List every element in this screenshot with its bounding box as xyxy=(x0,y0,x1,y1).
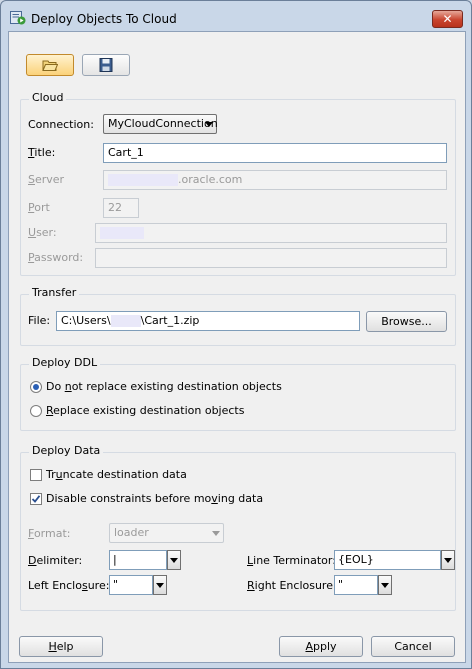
deploy-data-group: Deploy Data Truncate destination data Di… xyxy=(20,444,456,611)
deploy-ddl-legend: Deploy DDL xyxy=(29,356,101,369)
deploy-dialog: Deploy Objects To Cloud ✕ Cloud Connecti… xyxy=(0,0,472,669)
port-label: Port xyxy=(28,201,50,214)
format-label: Format: xyxy=(28,527,71,540)
file-label: File: xyxy=(28,314,51,327)
file-path-prefix: C:\Users\ xyxy=(61,314,111,327)
dialog-body: Cloud Connection: MyCloudConnection Titl… xyxy=(8,31,466,663)
save-button[interactable] xyxy=(82,54,130,76)
format-dropdown[interactable]: loader xyxy=(109,523,224,543)
deploy-ddl-group: Deploy DDL Do not replace existing desti… xyxy=(20,356,456,431)
chevron-down-icon xyxy=(381,583,389,588)
delimiter-dropdown-button[interactable] xyxy=(167,550,181,570)
transfer-group: Transfer File: C:\Users\ \Cart_1.zip Brow… xyxy=(20,286,456,346)
right-enclosure-combo[interactable]: " xyxy=(334,575,392,595)
floppy-disk-icon xyxy=(99,58,113,72)
checkmark-icon xyxy=(31,495,41,503)
format-value: loader xyxy=(114,526,149,539)
open-button[interactable] xyxy=(26,54,74,76)
disable-constraints-checkbox[interactable] xyxy=(30,493,42,505)
port-input[interactable]: 22 xyxy=(103,198,139,218)
deploy-app-icon xyxy=(10,11,26,25)
delimiter-input[interactable]: | xyxy=(109,550,167,570)
right-enclosure-input[interactable]: " xyxy=(334,575,378,595)
connection-dropdown[interactable]: MyCloudConnection xyxy=(103,114,218,134)
close-button[interactable]: ✕ xyxy=(432,10,463,28)
user-input[interactable] xyxy=(95,223,447,243)
right-enclosure-label: Right Enclosure: xyxy=(247,579,337,592)
chevron-down-icon xyxy=(156,583,164,588)
left-enclosure-dropdown-button[interactable] xyxy=(153,575,167,595)
title-label: Title: xyxy=(28,146,56,159)
truncate-checkbox[interactable] xyxy=(30,469,42,481)
folder-open-icon xyxy=(42,60,58,71)
chevron-down-icon xyxy=(170,558,178,563)
right-enclosure-dropdown-button[interactable] xyxy=(378,575,392,595)
line-terminator-label: Line Terminator: xyxy=(247,554,336,567)
connection-value: MyCloudConnection xyxy=(108,117,218,130)
left-enclosure-label: Left Enclosure: xyxy=(28,579,110,592)
do-not-replace-radio[interactable] xyxy=(30,381,42,393)
transfer-legend: Transfer xyxy=(29,286,80,299)
left-enclosure-input[interactable]: " xyxy=(109,575,153,595)
redacted-host xyxy=(108,174,178,186)
line-terminator-dropdown-button[interactable] xyxy=(441,550,455,570)
cancel-button[interactable]: Cancel xyxy=(371,636,455,657)
chevron-down-icon xyxy=(444,558,452,563)
help-button[interactable]: Help xyxy=(19,636,103,657)
chevron-down-icon xyxy=(212,531,220,536)
disable-constraints-label[interactable]: Disable constraints before moving data xyxy=(46,492,263,505)
chevron-down-icon xyxy=(205,122,213,127)
browse-button[interactable]: Browse... xyxy=(366,311,447,332)
apply-button[interactable]: Apply xyxy=(279,636,363,657)
replace-radio[interactable] xyxy=(30,405,42,417)
line-terminator-combo[interactable]: {EOL} xyxy=(334,550,455,570)
file-input[interactable]: C:\Users\ \Cart_1.zip xyxy=(56,311,360,331)
truncate-label[interactable]: Truncate destination data xyxy=(46,468,187,481)
delimiter-label: Delimiter: xyxy=(28,554,83,567)
radio-selected-dot xyxy=(33,384,39,390)
server-domain: .oracle.com xyxy=(178,173,243,186)
connection-label: Connection: xyxy=(28,118,94,131)
file-path-suffix: \Cart_1.zip xyxy=(140,314,200,327)
server-label: Server xyxy=(28,173,65,186)
replace-label[interactable]: Replace existing destination objects xyxy=(46,404,244,417)
redacted-username xyxy=(110,315,141,327)
line-terminator-input[interactable]: {EOL} xyxy=(334,550,441,570)
do-not-replace-label[interactable]: Do not replace existing destination obje… xyxy=(46,380,282,393)
title-bar[interactable]: Deploy Objects To Cloud ✕ xyxy=(1,1,471,33)
deploy-data-legend: Deploy Data xyxy=(29,444,104,457)
window-title: Deploy Objects To Cloud xyxy=(31,12,177,26)
cloud-legend: Cloud xyxy=(29,91,67,104)
title-input[interactable]: Cart_1 xyxy=(103,143,447,163)
password-input[interactable] xyxy=(95,248,447,268)
left-enclosure-combo[interactable]: " xyxy=(109,575,167,595)
delimiter-combo[interactable]: | xyxy=(109,550,181,570)
redacted-user xyxy=(100,227,144,239)
password-label: Password: xyxy=(28,251,84,264)
close-icon: ✕ xyxy=(442,12,453,26)
server-input[interactable]: .oracle.com xyxy=(103,170,447,190)
cloud-group: Cloud Connection: MyCloudConnection Titl… xyxy=(20,91,456,276)
user-label: User: xyxy=(28,226,57,239)
